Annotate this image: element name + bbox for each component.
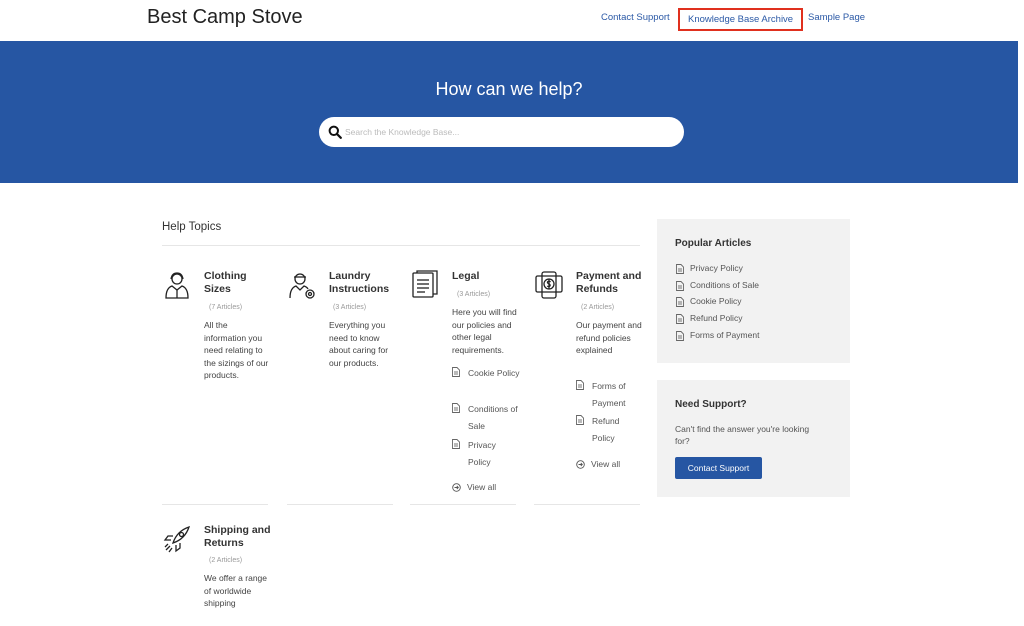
card-divider <box>534 504 640 505</box>
help-topics-heading: Help Topics <box>162 221 222 233</box>
document-icon <box>676 314 684 324</box>
widget-title: Need Support? <box>675 399 747 410</box>
popular-article-label[interactable]: Refund Policy <box>690 313 742 323</box>
hero-title: How can we help? <box>435 79 583 99</box>
document-icon <box>452 403 460 413</box>
article-count: (3 Articles) <box>457 291 491 298</box>
document-icon <box>676 264 684 274</box>
article-count: (2 Articles) <box>209 557 243 564</box>
view-all-label[interactable]: View all <box>591 459 620 469</box>
topic-description: Here you will find our policies and othe… <box>452 307 517 355</box>
widget-title: Popular Articles <box>675 238 752 249</box>
topic-card-shipping-and-returns: Shipping and Returns (2 Articles) We off… <box>162 524 272 626</box>
search-icon[interactable] <box>328 125 342 139</box>
arrow-circle-icon <box>576 460 585 469</box>
site-title[interactable]: Best Camp Stove <box>147 6 303 29</box>
nav-knowledge-base-archive[interactable]: Knowledge Base Archive <box>678 8 804 31</box>
document-icon <box>676 297 684 307</box>
article-link-label[interactable]: Conditions of Sale <box>468 401 520 435</box>
topic-title[interactable]: Laundry Instructions <box>329 270 401 296</box>
document-icon <box>576 380 584 390</box>
topic-description: All the information you need relating to… <box>204 320 269 380</box>
site-header: Best Camp Stove Contact Support Knowledg… <box>0 0 1024 40</box>
search-input[interactable] <box>345 123 665 141</box>
document-icon <box>676 281 684 291</box>
contact-support-button[interactable]: Contact Support <box>675 457 762 479</box>
rocket-icon <box>163 525 191 553</box>
popular-article-label[interactable]: Privacy Policy <box>690 263 743 273</box>
article-count: (2 Articles) <box>581 304 615 311</box>
popular-article-label[interactable]: Cookie Policy <box>690 296 742 306</box>
article-link-label[interactable]: Refund Policy <box>592 413 644 447</box>
topic-title[interactable]: Legal <box>452 270 524 283</box>
need-support-widget: Need Support? Can't find the answer you'… <box>657 380 850 497</box>
search-bar[interactable] <box>319 117 684 147</box>
topic-card-payment-and-refunds: Payment and Refunds (2 Articles) Our pay… <box>534 270 644 480</box>
topic-title[interactable]: Shipping and Returns <box>204 524 276 550</box>
article-link-label[interactable]: Forms of Payment <box>592 378 644 412</box>
card-divider <box>287 504 393 505</box>
nav-contact-support[interactable]: Contact Support <box>601 12 670 23</box>
popular-article-label[interactable]: Conditions of Sale <box>690 280 759 290</box>
popular-article-label[interactable]: Forms of Payment <box>690 330 759 340</box>
legal-document-icon <box>412 270 438 298</box>
payment-icon <box>535 271 563 299</box>
topic-description: Everything you need to know about caring… <box>329 320 389 368</box>
hero-banner: How can we help? <box>0 41 1018 183</box>
document-icon <box>676 331 684 341</box>
topic-card-clothing-sizes: Clothing Sizes (7 Articles) All the info… <box>162 270 272 390</box>
clothing-icon <box>165 272 189 299</box>
article-count: (7 Articles) <box>209 304 243 311</box>
topic-card-legal: Legal (3 Articles) Here you will find ou… <box>410 270 520 500</box>
popular-articles-widget: Popular Articles Privacy Policy Conditio… <box>657 219 850 363</box>
document-icon <box>452 439 460 449</box>
topic-description: Our payment and refund policies explaine… <box>576 320 642 355</box>
card-divider <box>410 504 516 505</box>
topic-description: We offer a range of worldwide shipping <box>204 573 268 608</box>
support-text: Can't find the answer you're looking for… <box>675 424 810 446</box>
topic-title[interactable]: Payment and Refunds <box>576 270 648 296</box>
article-link-label[interactable]: Cookie Policy <box>468 365 520 382</box>
arrow-circle-icon <box>452 483 461 492</box>
card-divider <box>162 504 268 505</box>
nav-sample-page[interactable]: Sample Page <box>808 12 865 23</box>
document-icon <box>452 367 460 377</box>
topic-card-laundry-instructions: Laundry Instructions (3 Articles) Everyt… <box>287 270 397 390</box>
article-count: (3 Articles) <box>333 304 367 311</box>
topic-title[interactable]: Clothing Sizes <box>204 270 276 296</box>
divider <box>162 245 640 246</box>
document-icon <box>576 415 584 425</box>
view-all-label[interactable]: View all <box>467 482 496 492</box>
laundry-icon <box>289 273 315 299</box>
article-link-label[interactable]: Privacy Policy <box>468 437 520 471</box>
